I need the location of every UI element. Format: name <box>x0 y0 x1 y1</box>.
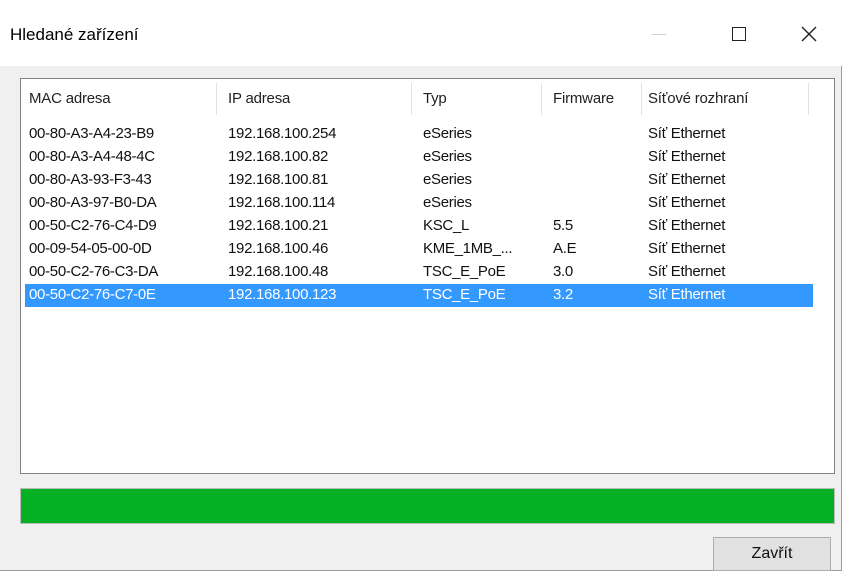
minimize-icon <box>652 33 666 35</box>
close-icon <box>801 26 817 42</box>
list-header: MAC adresa IP adresa Typ Firmware Síťové roz… <box>21 79 834 117</box>
minimize-button[interactable] <box>636 14 682 54</box>
close-window-button[interactable] <box>786 14 832 54</box>
col-firmware-cell: 5.5 <box>553 217 573 234</box>
col-mac-cell: 00-80-A3-93-F3-43 <box>29 171 152 188</box>
col-type-cell: eSeries <box>423 194 472 211</box>
column-divider[interactable] <box>541 83 542 115</box>
table-row[interactable]: 00-09-54-05-00-0D 192.168.100.46 KME_1MB_.… <box>25 238 813 261</box>
col-interface-cell: Síť Ethernet <box>648 240 726 257</box>
col-mac-cell: 00-50-C2-76-C3-DA <box>29 263 159 280</box>
col-type-cell: KSC_L <box>423 217 470 234</box>
progress-fill <box>21 489 834 523</box>
col-ip-cell: 192.168.100.114 <box>228 194 335 211</box>
column-divider[interactable] <box>808 83 809 115</box>
table-row[interactable]: 00-80-A3-A4-23-B9 192.168.100.254 eSeries S… <box>25 123 813 146</box>
col-ip-cell: 192.168.100.81 <box>228 171 329 188</box>
table-row[interactable]: 00-50-C2-76-C7-0E 192.168.100.123 TSC_E_Po… <box>25 284 813 307</box>
col-type-cell: KME_1MB_... <box>423 240 513 257</box>
table-row[interactable]: 00-80-A3-97-B0-DA 192.168.100.114 eSeries S… <box>25 192 813 215</box>
col-type-cell: TSC_E_PoE <box>423 286 506 303</box>
col-ip-cell: 192.168.100.254 <box>228 125 337 142</box>
col-interface-cell: Síť Ethernet <box>648 194 726 211</box>
col-firmware-cell: 3.2 <box>553 286 573 303</box>
maximize-icon <box>732 27 746 41</box>
column-divider[interactable] <box>411 83 412 115</box>
table-row[interactable]: 00-50-C2-76-C4-D9 192.168.100.21 KSC_L 5.5 S… <box>25 215 813 238</box>
column-divider[interactable] <box>641 83 642 115</box>
search-devices-dialog: Hledané zařízení MAC adresa IP adresa Typ F… <box>0 0 842 571</box>
col-mac-cell: 00-80-A3-A4-48-4C <box>29 148 155 165</box>
col-ip-cell: 192.168.100.123 <box>228 286 337 303</box>
col-mac-cell: 00-50-C2-76-C4-D9 <box>29 217 157 234</box>
table-row[interactable]: 00-80-A3-93-F3-43 192.168.100.81 eSeries Sí… <box>25 169 813 192</box>
col-interface-cell: Síť Ethernet <box>648 171 726 188</box>
col-mac-cell: 00-80-A3-97-B0-DA <box>29 194 157 211</box>
col-type-cell: eSeries <box>423 148 472 165</box>
col-type-cell: TSC_E_PoE <box>423 263 506 280</box>
table-row[interactable]: 00-80-A3-A4-48-4C 192.168.100.82 eSeries Sí… <box>25 146 813 169</box>
window-title: Hledané zařízení <box>10 25 139 44</box>
col-ip-cell: 192.168.100.46 <box>228 240 329 257</box>
col-interface-cell: Síť Ethernet <box>648 263 726 280</box>
col-mac-cell: 00-50-C2-76-C7-0E <box>29 286 156 303</box>
col-interface-cell: Síť Ethernet <box>648 286 726 303</box>
col-interface-cell: Síť Ethernet <box>648 217 726 234</box>
col-interface-cell: Síť Ethernet <box>648 125 726 142</box>
col-type-header[interactable]: Typ <box>423 90 447 107</box>
column-divider[interactable] <box>216 83 217 115</box>
close-button[interactable]: Zavřít <box>713 537 831 571</box>
col-type-cell: eSeries <box>423 125 472 142</box>
col-firmware-cell: A.E <box>553 240 577 257</box>
col-ip-cell: 192.168.100.21 <box>228 217 329 234</box>
col-ip-cell: 192.168.100.82 <box>228 148 329 165</box>
col-ip-header[interactable]: IP adresa <box>228 90 290 107</box>
device-list[interactable]: MAC adresa IP adresa Typ Firmware Síťové roz… <box>20 78 835 474</box>
col-firmware-cell: 3.0 <box>553 263 573 280</box>
col-mac-cell: 00-09-54-05-00-0D <box>29 240 152 257</box>
search-progress-bar <box>20 488 835 524</box>
col-type-cell: eSeries <box>423 171 472 188</box>
title-bar: Hledané zařízení <box>0 0 842 66</box>
col-firmware-header[interactable]: Firmware <box>553 90 614 107</box>
col-interface-cell: Síť Ethernet <box>648 148 726 165</box>
table-row[interactable]: 00-50-C2-76-C3-DA 192.168.100.48 TSC_E_PoE… <box>25 261 813 284</box>
col-mac-header[interactable]: MAC adresa <box>29 90 111 107</box>
col-mac-cell: 00-80-A3-A4-23-B9 <box>29 125 154 142</box>
col-interface-header[interactable]: Síťové rozhraní <box>648 90 748 107</box>
col-ip-cell: 192.168.100.48 <box>228 263 329 280</box>
maximize-button[interactable] <box>716 14 762 54</box>
